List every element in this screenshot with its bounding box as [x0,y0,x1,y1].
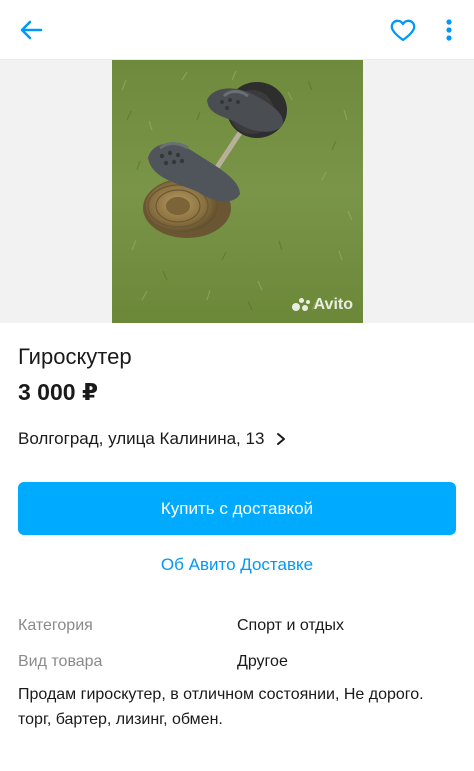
heart-outline-icon[interactable] [386,14,420,46]
photo-gallery[interactable]: Avito [0,60,474,323]
param-value: Другое [237,653,288,670]
listing-price: 3 000 ₽ [18,379,98,405]
arrow-left-icon[interactable] [14,14,48,46]
chevron-right-icon [277,433,286,445]
description-line: Продам гироскутер, в отличном состоянии,… [18,686,424,703]
param-row-category: Категория Спорт и отдых [18,608,458,644]
more-vertical-icon[interactable] [436,14,462,46]
avito-logo-icon [291,298,310,312]
address-text: Волгоград, улица Калинина, 13 [18,429,265,448]
param-key: Категория [18,617,93,634]
avito-watermark: Avito [291,296,353,314]
params-list: Категория Спорт и отдых Вид товара Друго… [18,608,458,680]
watermark-text: Avito [313,296,353,313]
param-row-item-type: Вид товара Другое [18,644,458,680]
listing-description: Продам гироскутер, в отличном состоянии,… [18,682,458,732]
top-bar [0,0,474,60]
description-line: торг, бартер, лизинг, обмен. [18,711,223,728]
listing-title: Гироскутер [18,344,132,369]
buy-with-delivery-button[interactable]: Купить с доставкой [18,482,456,535]
param-key: Вид товара [18,653,103,670]
param-value: Спорт и отдых [237,617,344,634]
address-link[interactable]: Волгоград, улица Калинина, 13 [18,429,286,449]
about-avito-delivery-link[interactable]: Об Авито Доставке [0,555,474,575]
listing-photo[interactable]: Avito [112,60,363,323]
hoverboard-photo-image [112,60,363,323]
